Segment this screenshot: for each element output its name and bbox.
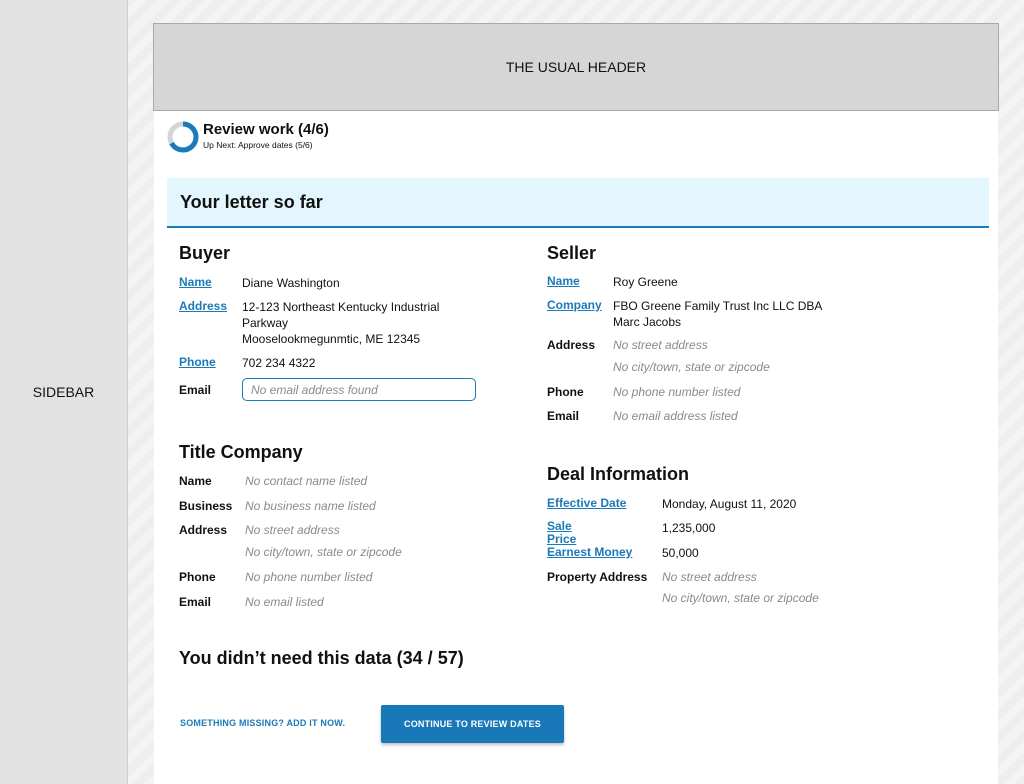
seller-address-label: Address (547, 338, 596, 352)
seller-title: Seller (547, 243, 597, 263)
seller-name-row: Name Roy Greene (547, 274, 678, 290)
earnest-money-value: 50,000 (662, 546, 699, 560)
title-business-value: No business name listed (245, 499, 376, 513)
buyer-address-line1: 12-123 Northeast Kentucky Industrial (242, 300, 440, 314)
title-business-row: Business No business name listed (179, 499, 376, 513)
seller-email-label: Email (547, 409, 580, 423)
title-business-label: Business (179, 499, 233, 513)
title-name-value: No contact name listed (245, 474, 368, 488)
buyer-name-value: Diane Washington (242, 276, 340, 290)
seller-address-line1: No street address (613, 338, 708, 352)
property-address-line2: No city/town, state or zipcode (662, 591, 819, 605)
buyer-phone-value: 702 234 4322 (242, 356, 316, 370)
deal-title: Deal Information (547, 464, 690, 484)
progress-ring-icon (167, 121, 199, 153)
seller-address-line2: No city/town, state or zipcode (613, 360, 770, 374)
page-header: THE USUAL HEADER (153, 23, 999, 111)
add-missing-link[interactable]: SOMETHING MISSING? ADD IT NOW. (180, 718, 345, 728)
title-address-line1: No street address (245, 523, 340, 537)
buyer-email-input[interactable] (242, 378, 476, 401)
seller-email-row: Email No email address listed (547, 409, 738, 423)
buyer-address-line2: Parkway (242, 316, 289, 330)
sale-price-value: 1,235,000 (662, 521, 716, 535)
title-phone-row: Phone No phone number listed (179, 570, 372, 584)
title-name-row: Name No contact name listed (179, 474, 367, 488)
title-phone-value: No phone number listed (245, 570, 373, 584)
buyer-email-row: Email (179, 383, 211, 397)
letter-banner: Your letter so far (167, 178, 989, 228)
progress-indicator: Review work (4/6) Up Next: Approve dates… (166, 120, 329, 154)
seller-phone-row: Phone No phone number listed (547, 385, 740, 399)
seller-company-link[interactable]: Company (547, 298, 613, 330)
seller-name-link[interactable]: Name (547, 274, 613, 290)
buyer-address-line3: Mooselookmegunmtic, ME 12345 (242, 332, 421, 346)
banner-title: Your letter so far (180, 191, 323, 212)
seller-email-value: No email address listed (613, 409, 738, 423)
buyer-phone-link[interactable]: Phone (179, 355, 242, 371)
effective-date-link[interactable]: Effective Date (547, 496, 662, 512)
header-label: THE USUAL HEADER (505, 59, 647, 75)
continue-button[interactable]: CONTINUE TO REVIEW DATES (381, 705, 564, 743)
earnest-money-link[interactable]: Earnest Money (547, 545, 662, 561)
property-address-label: Property Address (547, 570, 648, 584)
sidebar-label: SIDEBAR (32, 384, 95, 400)
title-name-label: Name (179, 474, 212, 488)
effective-date-value: Monday, August 11, 2020 (662, 497, 797, 511)
buyer-address-link[interactable]: Address (179, 299, 242, 347)
seller-phone-label: Phone (547, 385, 584, 399)
main-content: Review work (4/6) Up Next: Approve dates… (154, 111, 998, 784)
buyer-email-label: Email (179, 383, 212, 397)
buyer-address-row: Address 12-123 Northeast Kentucky Indust… (179, 299, 439, 347)
title-address-line2: No city/town, state or zipcode (245, 545, 402, 559)
sale-price-link[interactable]: Sale Price (547, 520, 662, 546)
seller-company-line2: Marc Jacobs (613, 315, 682, 329)
buyer-name-row: Name Diane Washington (179, 275, 340, 291)
buyer-name-link[interactable]: Name (179, 275, 242, 291)
seller-phone-value: No phone number listed (613, 385, 741, 399)
title-email-row: Email No email listed (179, 595, 324, 609)
buyer-phone-row: Phone 702 234 4322 (179, 355, 315, 371)
property-address-line1: No street address (662, 570, 757, 584)
progress-subtitle: Up Next: Approve dates (5/6) (203, 140, 313, 150)
deal-earnest-money-row: Earnest Money 50,000 (547, 545, 699, 561)
title-email-label: Email (179, 595, 212, 609)
title-address-label: Address (179, 523, 228, 537)
seller-company-line1: FBO Greene Family Trust Inc LLC DBA (613, 299, 823, 313)
title-address-row: Address No street address No city/town, … (179, 523, 402, 559)
seller-address-row: Address No street address No city/town, … (547, 338, 770, 374)
deal-property-address-row: Property Address No street address No ci… (547, 570, 819, 605)
buyer-title: Buyer (179, 243, 231, 263)
title-phone-label: Phone (179, 570, 216, 584)
unneeded-data-title[interactable]: You didn’t need this data (34 / 57) (179, 648, 464, 669)
title-company-title: Title Company (179, 442, 303, 462)
sidebar: SIDEBAR (0, 0, 128, 784)
title-email-value: No email listed (245, 595, 324, 609)
progress-title: Review work (4/6) (203, 121, 329, 138)
deal-effective-date-row: Effective Date Monday, August 11, 2020 (547, 496, 796, 512)
seller-name-value: Roy Greene (613, 275, 678, 289)
deal-sale-price-row: Sale Price 1,235,000 (547, 520, 715, 546)
seller-company-row: Company FBO Greene Family Trust Inc LLC … (547, 298, 822, 330)
